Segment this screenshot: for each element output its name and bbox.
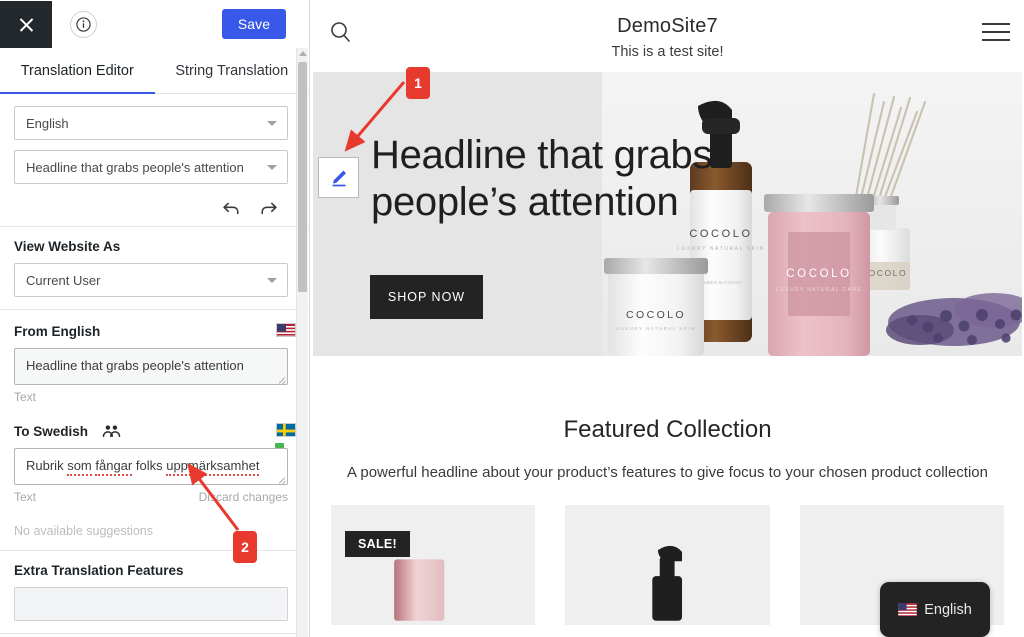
sidebar-body: English Headline that grabs people's att… (0, 94, 309, 637)
people-icon[interactable] (102, 424, 121, 438)
target-text-part: Rubrik (26, 458, 68, 473)
search-icon[interactable] (329, 20, 353, 49)
source-text[interactable]: Headline that grabs people's attention (14, 348, 288, 385)
svg-text:COCOLO: COCOLO (786, 268, 851, 280)
close-icon (18, 16, 35, 33)
site-tagline: This is a test site! (611, 43, 724, 60)
hero-headline[interactable]: Headline that grabs people’s attention (371, 132, 771, 226)
target-text-part-misspelled: uppmärksamhet (166, 458, 260, 476)
sidebar-tabs: Translation Editor String Translation (0, 48, 310, 95)
language-select[interactable]: English (14, 106, 288, 140)
annotation-badge-2-number: 2 (241, 539, 249, 555)
burger-line (982, 31, 1010, 33)
sidebar-scrollbar[interactable] (296, 48, 308, 637)
svg-text:LUXURY NATURAL CARE: LUXURY NATURAL CARE (776, 287, 862, 293)
svg-text:COCOLO: COCOLO (626, 309, 686, 321)
source-textarea-wrap: Headline that grabs people's attention (14, 348, 288, 385)
target-text-part-misspelled: som (67, 458, 92, 476)
product-card[interactable]: SALE! (331, 505, 536, 625)
tab-translation-editor-label: Translation Editor (20, 63, 134, 79)
product-thumbnail (565, 509, 770, 621)
target-language-header: To Swedish (14, 422, 296, 440)
edit-headline-button[interactable] (318, 157, 359, 198)
target-text-part-misspelled: fångar (95, 458, 133, 476)
svg-text:COCOLO: COCOLO (689, 228, 752, 240)
svg-text:AMBER BLOSSOM: AMBER BLOSSOM (701, 280, 742, 285)
info-button[interactable] (70, 10, 97, 38)
close-button[interactable] (0, 0, 52, 48)
svg-text:LUXURY NATURAL SKIN: LUXURY NATURAL SKIN (616, 326, 695, 331)
string-select-value: Headline that grabs people's attention (26, 159, 244, 175)
target-textarea-wrap: Rubrik som fångar folks uppmärksamhet (14, 443, 288, 485)
site-header: DemoSite7 This is a test site! (311, 0, 1024, 72)
save-button-label: Save (237, 16, 271, 32)
tab-string-translation[interactable]: String Translation (155, 48, 310, 94)
target-text-part: folks (132, 458, 167, 473)
site-branding: DemoSite7 This is a test site! (611, 15, 723, 60)
sweden-flag-icon (276, 423, 296, 437)
string-select[interactable]: Headline that grabs people's attention (14, 150, 288, 184)
tab-string-translation-label: String Translation (175, 63, 289, 79)
source-language-header: From English (14, 322, 296, 340)
featured-collection-title: Featured Collection (563, 416, 772, 443)
source-meta-row: Text (14, 390, 288, 404)
language-switcher-label: English (924, 601, 972, 618)
featured-collection-subtitle: A powerful headline about your product’s… (347, 464, 988, 481)
view-as-select-value: Current User (26, 272, 101, 288)
redo-arrow-icon (261, 202, 277, 215)
annotation-badge-1: 1 (406, 67, 430, 99)
chevron-down-icon (267, 165, 277, 170)
site-title[interactable]: DemoSite7 (611, 15, 723, 38)
us-flag-icon (276, 323, 296, 337)
burger-line (982, 23, 1010, 25)
save-button[interactable]: Save (222, 9, 286, 39)
us-flag-icon (898, 603, 918, 616)
hero-banner: COCOLO COCOLO LUXURY NATURAL SKIN AMBER … (313, 72, 1022, 356)
selectors-section: English Headline that grabs people's att… (0, 94, 309, 227)
source-language-title: From English (14, 323, 101, 339)
view-website-as-title: View Website As (14, 239, 121, 254)
target-text[interactable]: Rubrik som fångar folks uppmärksamhet (14, 448, 288, 485)
tab-translation-editor[interactable]: Translation Editor (0, 48, 155, 95)
shop-now-label: SHOP NOW (387, 290, 466, 304)
view-as-select[interactable]: Current User (14, 263, 288, 297)
language-select-value: English (26, 115, 69, 131)
extra-translation-features-section: Extra Translation Features (0, 551, 309, 634)
sale-badge: SALE! (345, 531, 410, 557)
translation-complete-indicator (275, 443, 284, 448)
annotation-badge-1-number: 1 (414, 75, 422, 91)
translation-editor-sidebar: Save Translation Editor String Translati… (0, 0, 310, 637)
translation-pair-section: From English Headline that grabs people'… (0, 310, 309, 551)
hamburger-menu-icon[interactable] (982, 23, 1010, 41)
chevron-down-icon (267, 278, 277, 283)
scroll-up-arrow-icon[interactable] (299, 51, 307, 56)
source-type-label: Text (14, 390, 37, 404)
target-language-title: To Swedish (14, 423, 89, 439)
discard-changes-button[interactable]: Discard changes (199, 490, 288, 504)
extra-features-title: Extra Translation Features (14, 563, 184, 578)
undo-arrow-icon (223, 202, 239, 215)
shop-now-button[interactable]: SHOP NOW (370, 275, 483, 319)
info-icon (76, 16, 91, 32)
product-thumbnail (331, 509, 536, 621)
target-type-label: Text (14, 490, 37, 504)
extra-features-input[interactable] (14, 587, 288, 621)
redo-button[interactable] (259, 200, 278, 216)
chevron-down-icon (267, 121, 277, 126)
view-website-as-section: View Website As Current User (0, 227, 309, 310)
sidebar-topbar: Save (0, 0, 309, 48)
annotation-badge-2: 2 (233, 531, 257, 563)
target-meta-row: Text Discard changes (14, 490, 288, 504)
featured-collection-section: Featured Collection A powerful headline … (311, 356, 1024, 481)
scrollbar-thumb[interactable] (298, 62, 307, 292)
burger-line (982, 39, 1010, 41)
product-card[interactable] (565, 505, 770, 625)
language-switcher-widget[interactable]: English (880, 582, 990, 637)
svg-text:LUXURY NATURAL SKIN: LUXURY NATURAL SKIN (677, 246, 765, 252)
history-controls (14, 194, 296, 218)
undo-button[interactable] (222, 200, 241, 216)
pencil-edit-icon (332, 170, 346, 186)
screen-root: Save Translation Editor String Translati… (0, 0, 1024, 637)
